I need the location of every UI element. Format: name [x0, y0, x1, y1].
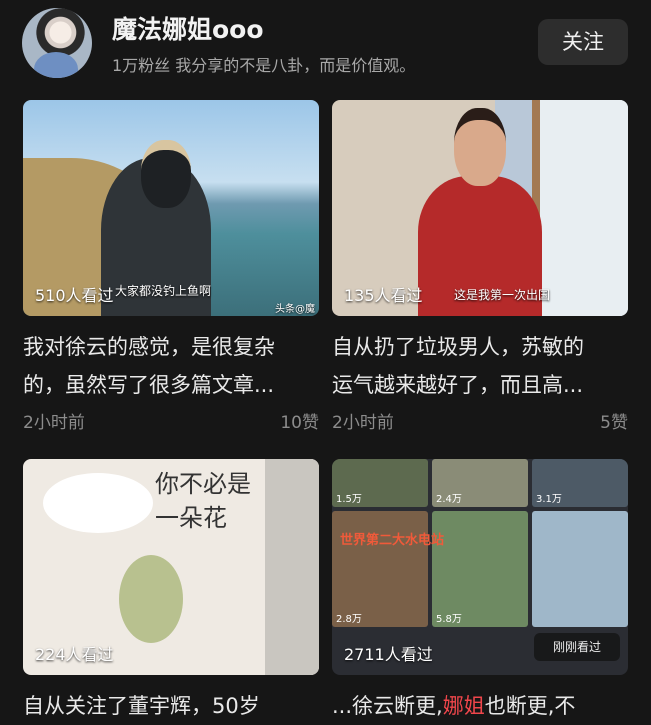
title-line: 的，虽然写了很多篇文章...: [23, 373, 275, 397]
video-thumbnail[interactable]: 1.5万 2.4万 3.1万 2.8万 5.8万 世界第二大水电站 刚刚看过 2…: [332, 459, 628, 675]
thumbnail-strip: [265, 459, 319, 675]
video-thumbnail[interactable]: 这是我第一次出国 135人看过: [332, 100, 628, 316]
thumbnail-bean: [119, 555, 183, 643]
profile-header: 魔法娜姐ooo 1万粉丝 我分享的不是八卦，而是价值观。 关注: [0, 0, 651, 92]
video-thumbnail[interactable]: 你不必是 一朵花 224人看过: [23, 459, 319, 675]
thumbnail-face: [454, 108, 506, 186]
tile-count: 2.8万: [336, 614, 362, 625]
like-count: 5赞: [600, 413, 628, 433]
view-count: 135人看过: [344, 286, 423, 305]
recently-viewed-button[interactable]: 刚刚看过: [534, 633, 620, 661]
mosaic-tile: 3.1万: [532, 459, 628, 507]
profile-bio: 我分享的不是八卦，而是价值观。: [175, 56, 416, 75]
thumbnail-leaf: [43, 473, 153, 533]
tile-count: 5.8万: [436, 614, 462, 625]
mosaic-tile: 1.5万: [332, 459, 428, 507]
video-caption: 这是我第一次出国: [454, 288, 551, 302]
avatar[interactable]: [22, 8, 92, 78]
video-title[interactable]: 自从关注了董宇辉，50岁: [23, 687, 319, 725]
art-line: 你不必是: [155, 470, 251, 498]
mosaic-tile: [532, 511, 628, 627]
profile-subline: 1万粉丝 我分享的不是八卦，而是价值观。: [112, 52, 415, 76]
banner-text: 世界第二大水电站: [340, 533, 445, 548]
mosaic-tile: 2.4万: [432, 459, 528, 507]
tile-count: 3.1万: [536, 494, 562, 505]
post-time: 2小时前: [332, 413, 394, 433]
view-count: 510人看过: [35, 286, 114, 305]
tile-count: 2.4万: [436, 494, 462, 505]
video-title[interactable]: 我对徐云的感觉，是很复杂 的，虽然写了很多篇文章...: [23, 328, 319, 404]
profile-name: 魔法娜姐ooo: [112, 15, 264, 44]
art-line: 一朵花: [155, 504, 227, 532]
title-line: 自从关注了董宇辉，50岁: [23, 694, 260, 718]
avatar-figure: [34, 52, 78, 78]
title-line: 我对徐云的感觉，是很复杂: [23, 335, 275, 359]
mosaic-tile: 5.8万: [432, 511, 528, 627]
video-thumbnail[interactable]: 大家都没钓上鱼啊 头条@魔 510人看过: [23, 100, 319, 316]
title-line: 自从扔了垃圾男人，苏敏的: [332, 335, 584, 359]
thumbnail-face: [141, 140, 191, 208]
video-title[interactable]: 自从扔了垃圾男人，苏敏的 运气越来越好了，而且高...: [332, 328, 628, 404]
title-text: ...徐云断更,: [332, 694, 443, 718]
view-count: 224人看过: [35, 645, 114, 664]
card-meta: 2小时前 10赞: [23, 408, 319, 433]
title-highlight: 娜姐: [442, 694, 485, 718]
title-text: 也断更,不: [484, 694, 576, 718]
book-title-art: 你不必是 一朵花: [155, 467, 251, 535]
tile-count: 1.5万: [336, 494, 362, 505]
view-count: 2711人看过: [344, 645, 433, 664]
post-time: 2小时前: [23, 413, 85, 433]
thumbnail-window: [532, 100, 628, 316]
watermark: 头条@魔: [275, 304, 315, 315]
video-title[interactable]: ...徐云断更,娜姐也断更,不: [332, 687, 628, 725]
card-meta: 2小时前 5赞: [332, 408, 628, 433]
like-count: 10赞: [280, 413, 319, 433]
fans-count: 1万粉丝: [112, 56, 171, 75]
title-line: 运气越来越好了，而且高...: [332, 373, 584, 397]
video-caption: 大家都没钓上鱼啊: [115, 284, 212, 298]
follow-button[interactable]: 关注: [538, 19, 628, 65]
